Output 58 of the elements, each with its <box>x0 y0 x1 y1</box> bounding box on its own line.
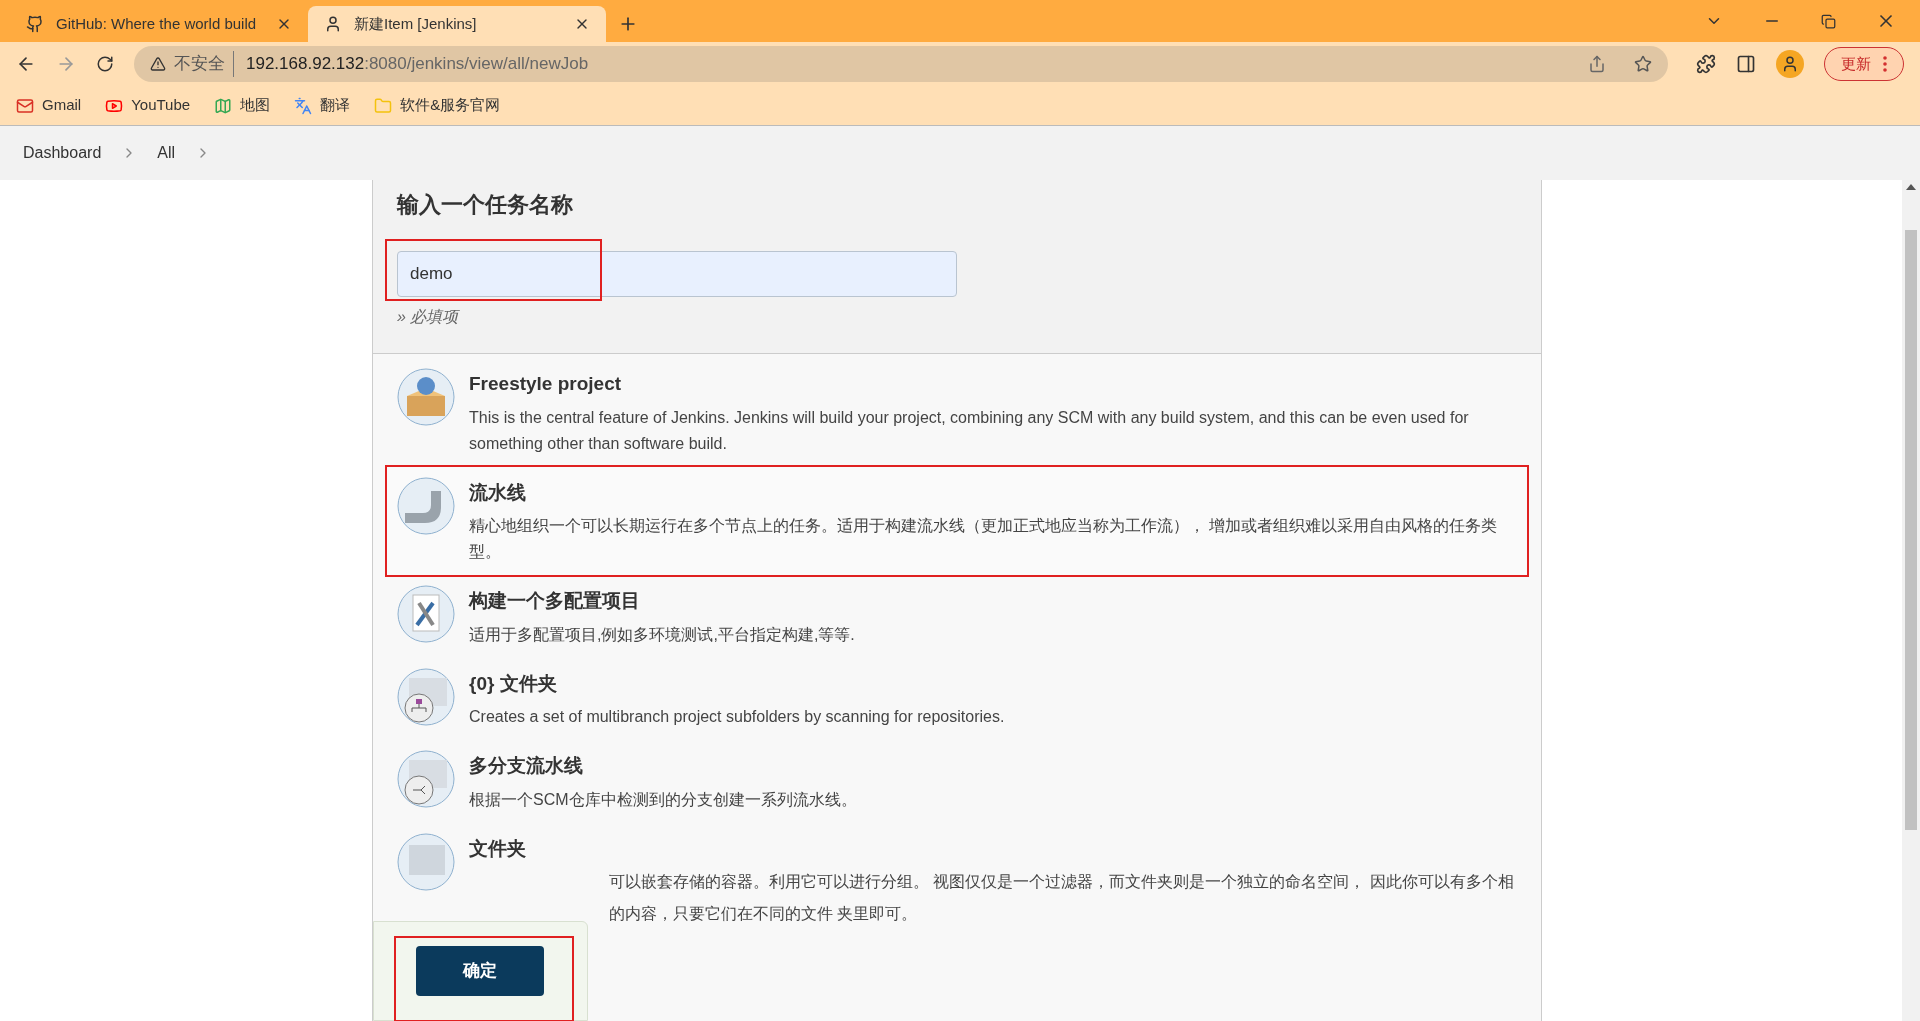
item-type-option[interactable]: Freestyle project This is the central feature of Jenkins. Jenkins will build your project, combining any SCM with any build system, and this can be even used for something other than software build. <box>387 358 1527 467</box>
bookmark-item[interactable]: 地图 <box>214 94 271 117</box>
item-type-description: Creates a set of multibranch project subfolders by scanning for repositories. <box>469 707 1005 727</box>
item-type-option[interactable]: {0} 文件夹 Creates a set of multibranch project subfolders by scanning for repositories. <box>387 657 1527 740</box>
item-type-description: 可以嵌套存储的容器。利用它可以进行分组。 视图仅仅是一个过滤器，而文件夹则是一个独立的命名空间， 因此你可以有多个相 <box>608 872 1514 892</box>
item-type-title: 文件夹 <box>469 836 527 861</box>
form-heading: 输入一个任务名称 <box>397 191 574 219</box>
warning-icon <box>150 56 166 72</box>
item-name-field[interactable]: demo <box>397 251 957 297</box>
bookmark-item[interactable]: 软件&服务官网 <box>374 94 501 117</box>
bookmark-icon <box>214 96 233 115</box>
bookmark-item[interactable]: Gmail <box>16 94 82 117</box>
bookmark-icon <box>374 96 393 115</box>
item-type-title: 多分支流水线 <box>469 754 584 778</box>
item-type-description: 的内容，只要它们在不同的文件 夹里即可。 <box>608 904 919 924</box>
item-type-option[interactable]: 多分支流水线 根据一个SCM仓库中检测到的分支创建一系列流水线。 <box>387 740 1527 823</box>
more-icon <box>1883 56 1887 72</box>
branch-icon <box>397 750 455 808</box>
item-type-title: Freestyle project <box>469 372 623 396</box>
bookmark-item[interactable]: 翻译 <box>294 94 351 117</box>
scrollbar[interactable] <box>1902 180 1920 1021</box>
item-type-title: 流水线 <box>469 480 527 505</box>
item-type-description: 适用于多配置项目,例如多环境测试,平台指定构建,等等. <box>469 624 855 645</box>
breadcrumb-link[interactable]: All <box>157 141 176 165</box>
side-panel-icon[interactable] <box>1736 54 1756 74</box>
github-icon <box>26 15 44 33</box>
address-bar[interactable]: 不安全 192.168.92.132:8080/jenkins/view/all/newJob <box>134 46 1668 82</box>
update-button[interactable]: 更新 <box>1824 47 1904 81</box>
required-hint: » 必填项 <box>397 307 461 327</box>
tab-title: GitHub: Where the world build <box>56 13 258 34</box>
tools-icon <box>397 585 455 643</box>
browser-tab[interactable]: 新建Item [Jenkins] <box>308 6 606 42</box>
ok-button[interactable]: 确定 <box>416 946 544 996</box>
share-icon[interactable] <box>1588 55 1606 73</box>
item-type-description: 根据一个SCM仓库中检测到的分支创建一系列流水线。 <box>469 789 857 810</box>
bookmark-icon <box>294 96 313 115</box>
security-label: 不安全 <box>174 51 234 77</box>
profile-avatar[interactable] <box>1776 50 1804 78</box>
pipe-icon <box>397 476 455 535</box>
box-icon <box>397 368 455 426</box>
tab-title: 新建Item [Jenkins] <box>354 13 478 34</box>
bookmark-icon <box>16 96 34 115</box>
item-type-option[interactable]: 构建一个多配置项目 适用于多配置项目,例如多环境测试,平台指定构建,等等. <box>387 575 1527 658</box>
url-text: 192.168.92.132:8080/jenkins/view/all/newJob <box>245 53 590 76</box>
extensions-icon[interactable] <box>1696 54 1716 74</box>
item-type-title: 构建一个多配置项目 <box>469 589 641 613</box>
folder-icon <box>397 832 455 891</box>
item-type-description: This is the central feature of Jenkins. Jenkins will build your project, combining any SCM with any build system, and this can be even used for something other than software build. <box>469 407 1470 454</box>
star-icon[interactable] <box>1634 55 1652 73</box>
item-type-option[interactable]: 文件夹 可以嵌套存储的容器。利用它可以进行分组。 视图仅仅是一个过滤器，而文件夹则是一个独立的命名空间， 因此你可以有多个相 的内容，只要它们在不同的文件 夹里即可。 <box>387 822 1527 937</box>
reload-icon[interactable] <box>96 55 114 73</box>
item-type-description: 精心地组织一个可以长期运行在多个节点上的任务。适用于构建流水线（更加正式地应当称为工作流）， 增加或者组织难以采用自由风格的任务类型。 <box>469 516 1499 562</box>
folder-tree-icon <box>397 667 455 726</box>
browser-tab[interactable]: GitHub: Where the world build <box>10 6 308 42</box>
breadcrumb-link[interactable]: Dashboard <box>23 141 102 165</box>
item-type-title: {0} 文件夹 <box>469 671 558 696</box>
bookmark-item[interactable]: YouTube <box>105 94 191 117</box>
restore-icon[interactable] <box>1821 13 1836 29</box>
